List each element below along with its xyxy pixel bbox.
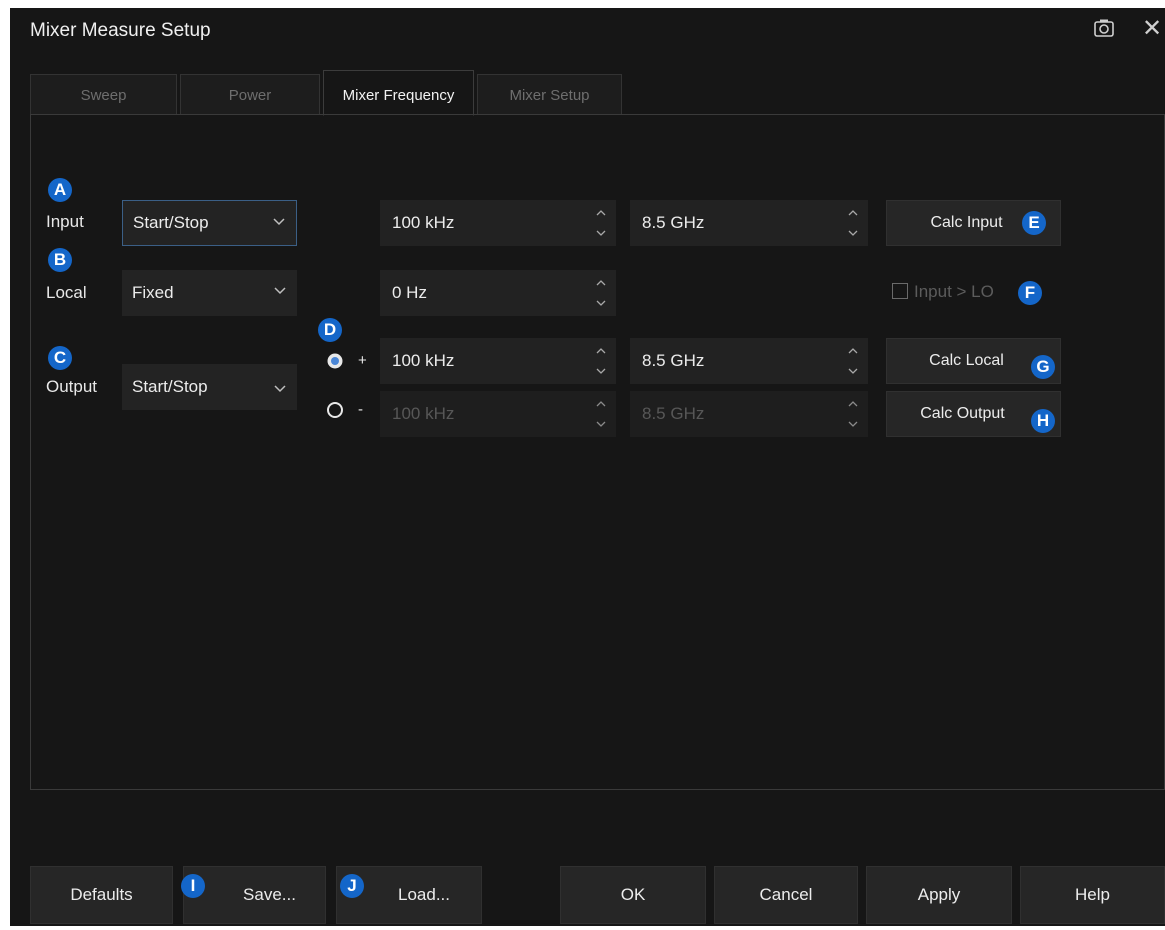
apply-button[interactable]: Apply — [866, 866, 1012, 924]
minus-sign: - — [358, 401, 363, 418]
plus-sign: + — [358, 352, 367, 369]
output-plus-stop-field[interactable]: 8.5 GHz — [630, 338, 868, 384]
input-stop-value: 8.5 GHz — [642, 213, 705, 232]
tab-sweep[interactable]: Sweep — [30, 74, 177, 115]
chevron-down-icon — [274, 287, 286, 295]
apply-label: Apply — [917, 885, 961, 904]
marker-j: J — [340, 874, 364, 898]
marker-h: H — [1031, 409, 1055, 433]
marker-i: I — [181, 874, 205, 898]
tab-mixer-frequency[interactable]: Mixer Frequency — [323, 70, 474, 116]
marker-e: E — [1022, 211, 1046, 235]
spinner-icon[interactable] — [594, 206, 608, 240]
marker-g: G — [1031, 355, 1055, 379]
tab-label: Power — [228, 86, 272, 104]
local-value: 0 Hz — [392, 283, 427, 302]
output-minus-stop-field[interactable]: 8.5 GHz — [630, 391, 868, 437]
output-mode-value: Start/Stop — [132, 377, 208, 396]
help-button[interactable]: Help — [1020, 866, 1165, 924]
marker-b: B — [48, 248, 72, 272]
local-mode-value: Fixed — [132, 283, 174, 302]
input-mode-value: Start/Stop — [133, 213, 209, 232]
marker-c: C — [48, 346, 72, 370]
marker-f: F — [1018, 281, 1042, 305]
output-minus-start-field[interactable]: 100 kHz — [380, 391, 616, 437]
spinner-icon[interactable] — [594, 397, 608, 431]
tab-label: Mixer Frequency — [342, 87, 455, 104]
calc-input-label: Calc Input — [930, 214, 1003, 231]
input-gt-lo-checkbox[interactable] — [892, 283, 908, 299]
output-label: Output — [46, 377, 98, 396]
spinner-icon[interactable] — [846, 344, 860, 378]
output-minus-stop-value: 8.5 GHz — [642, 404, 705, 423]
spinner-icon[interactable] — [594, 276, 608, 310]
local-label: Local — [46, 283, 87, 302]
cancel-button[interactable]: Cancel — [714, 866, 858, 924]
output-plus-stop-value: 8.5 GHz — [642, 351, 705, 370]
tab-label: Mixer Setup — [509, 86, 590, 104]
input-gt-lo-label: Input > LO — [914, 282, 994, 301]
radio-minus[interactable] — [326, 401, 344, 419]
spinner-icon[interactable] — [846, 206, 860, 240]
input-stop-field[interactable]: 8.5 GHz — [630, 200, 868, 246]
left-edge — [0, 0, 10, 930]
marker-d: D — [318, 318, 342, 342]
local-mode-select[interactable]: Fixed — [122, 270, 297, 316]
input-mode-select[interactable]: Start/Stop — [122, 200, 297, 246]
spinner-icon[interactable] — [594, 344, 608, 378]
chevron-down-icon — [274, 385, 286, 393]
output-plus-start-field[interactable]: 100 kHz — [380, 338, 616, 384]
radio-plus[interactable] — [326, 352, 344, 370]
calc-local-label: Calc Local — [929, 352, 1004, 369]
output-minus-start-value: 100 kHz — [392, 404, 455, 423]
input-label: Input — [46, 212, 84, 231]
load-label: Load... — [398, 885, 450, 904]
save-label: Save... — [243, 885, 296, 904]
ok-button[interactable]: OK — [560, 866, 706, 924]
output-mode-select[interactable]: Start/Stop — [122, 364, 297, 410]
input-start-field[interactable]: 100 kHz — [380, 200, 616, 246]
output-plus-start-value: 100 kHz — [392, 351, 455, 370]
calc-output-label: Calc Output — [920, 405, 1005, 422]
local-value-field[interactable]: 0 Hz — [380, 270, 616, 316]
tab-power[interactable]: Power — [180, 74, 320, 115]
dialog-title: Mixer Measure Setup — [30, 20, 211, 41]
defaults-button[interactable]: Defaults — [30, 866, 173, 924]
ok-label: OK — [620, 885, 646, 904]
help-label: Help — [1075, 885, 1110, 904]
chevron-down-icon — [273, 218, 285, 226]
marker-a: A — [48, 178, 72, 202]
tab-label: Sweep — [80, 86, 127, 104]
save-button[interactable]: Save... — [183, 866, 326, 924]
spinner-icon[interactable] — [846, 397, 860, 431]
input-start-value: 100 kHz — [392, 213, 455, 232]
cancel-label: Cancel — [759, 885, 813, 904]
tab-mixer-setup[interactable]: Mixer Setup — [477, 74, 622, 115]
defaults-label: Defaults — [70, 885, 133, 904]
camera-icon[interactable] — [1093, 18, 1115, 38]
close-icon[interactable]: ✕ — [1142, 14, 1162, 42]
